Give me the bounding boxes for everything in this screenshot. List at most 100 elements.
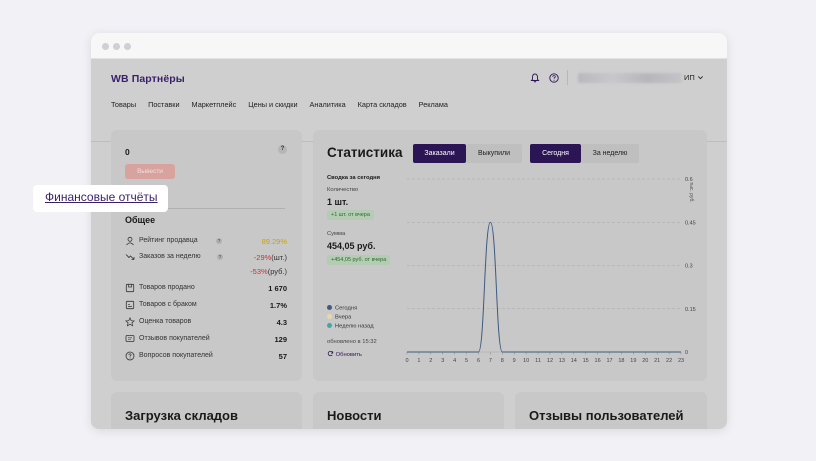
questions-row: Вопросов покупателей 57 — [125, 351, 287, 363]
x-tick-label-9: 9 — [513, 358, 516, 364]
main-nav: Товары Поставки Маркетплейс Цены и скидк… — [111, 100, 460, 109]
defect-label: Товаров с браком — [139, 301, 197, 308]
nav-item-warehouse-map[interactable]: Карта складов — [358, 100, 407, 109]
questions-label: Вопросов покупателей — [139, 352, 213, 359]
x-tick-label-6: 6 — [477, 358, 480, 364]
statistics-chart: 00.150.30.450.6тыс. руб.0 1 2 3 4 5 6 7 8 9 10 11 12… — [405, 177, 696, 364]
rating-goods-value: 4.3 — [276, 318, 287, 327]
help-icon[interactable] — [549, 73, 559, 83]
questions-value: 57 — [278, 352, 287, 361]
sold-value: 1 670 — [268, 284, 287, 293]
bell-icon[interactable] — [530, 73, 540, 83]
user-account-type[interactable]: ИП — [684, 73, 695, 82]
window-dot-minimize[interactable] — [113, 43, 120, 50]
x-tick-label-13: 13 — [559, 358, 565, 364]
sold-label: Товаров продано — [139, 284, 195, 291]
app-logo[interactable]: WB Партнёры — [111, 73, 185, 85]
nav-item-prices[interactable]: Цены и скидки — [248, 100, 297, 109]
browser-window: WB Партнёры Товары Поставки Маркетплейс … — [91, 33, 727, 429]
y-tick-label-0: 0 — [685, 350, 688, 356]
x-tick-label-1: 1 — [417, 358, 420, 364]
reviews-row: Отзывов покупателей 129 — [125, 334, 287, 346]
statistics-card: Статистика Заказали Выкупили Сегодня За … — [313, 130, 707, 381]
x-tick-label-17: 17 — [606, 358, 612, 364]
box-icon — [125, 283, 135, 293]
orders-week-row: Заказов за неделю ? -29%(шт.) — [125, 252, 287, 264]
header-separator — [567, 70, 568, 85]
rating-help-icon[interactable]: ? — [216, 238, 222, 244]
series-line-0 — [407, 221, 681, 353]
window-titlebar — [91, 33, 727, 59]
rating-goods-label: Оценка товаров — [139, 318, 192, 325]
x-tick-label-14: 14 — [571, 358, 577, 364]
orders-change-pcs-value: -29% — [253, 253, 272, 262]
nav-item-goods[interactable]: Товары — [111, 100, 136, 109]
orders-week-label: Заказов за неделю — [139, 253, 201, 260]
financial-reports-highlight[interactable]: Финансовые отчёты — [33, 185, 168, 212]
nav-item-ads[interactable]: Реклама — [419, 100, 448, 109]
defect-row: Товаров с браком 1.7% — [125, 300, 287, 312]
user-reviews-title: Отзывы пользователей — [529, 408, 684, 423]
financial-reports-link[interactable]: Финансовые отчёты — [45, 190, 158, 204]
x-tick-label-23: 23 — [678, 358, 684, 364]
x-tick-label-11: 11 — [535, 358, 541, 364]
balance-help-icon[interactable]: ? — [278, 145, 287, 154]
x-tick-label-3: 3 — [441, 358, 444, 364]
user-account-blurred — [578, 73, 682, 83]
sold-row: Товаров продано 1 670 — [125, 283, 287, 295]
orders-change-pcs: -29%(шт.) — [254, 253, 287, 262]
rating-label: Рейтинг продавца — [139, 237, 198, 244]
x-tick-label-7: 7 — [489, 358, 492, 364]
nav-item-supplies[interactable]: Поставки — [148, 100, 179, 109]
y-tick-label-3: 0.45 — [685, 220, 696, 226]
trend-down-icon — [125, 254, 135, 260]
x-tick-label-15: 15 — [583, 358, 589, 364]
y-tick-label-2: 0.3 — [685, 264, 693, 270]
orders-change-rub: -53%(руб.) — [250, 267, 287, 276]
x-tick-label-2: 2 — [429, 358, 432, 364]
orders-change-pcs-unit: (шт.) — [271, 253, 287, 262]
defect-value: 1.7% — [269, 301, 287, 310]
orders-rub-row: -53%(руб.) — [125, 266, 287, 278]
rating-value: 89.29% — [261, 237, 287, 246]
nav-item-marketplace[interactable]: Маркетплейс — [192, 100, 237, 109]
x-tick-label-20: 20 — [642, 358, 648, 364]
y-axis-label: тыс. руб. — [688, 182, 694, 203]
rating-goods-row: Оценка товаров 4.3 — [125, 317, 287, 329]
reviews-label: Отзывов покупателей — [139, 335, 210, 342]
reviews-value: 129 — [274, 335, 287, 344]
rating-row: Рейтинг продавца ? 89.29% — [125, 236, 287, 248]
x-tick-label-12: 12 — [547, 358, 553, 364]
comment-icon — [125, 335, 135, 342]
warehouse-load-card[interactable]: Загрузка складов — [111, 392, 302, 429]
general-section-title: Общее — [125, 215, 156, 225]
x-tick-label-5: 5 — [465, 358, 468, 364]
orders-help-icon[interactable]: ? — [217, 254, 223, 260]
chevron-down-icon[interactable] — [697, 74, 704, 81]
x-tick-label-21: 21 — [654, 358, 660, 364]
star-icon — [125, 317, 135, 327]
x-tick-label-22: 22 — [666, 358, 672, 364]
nav-item-analytics[interactable]: Аналитика — [310, 100, 346, 109]
x-tick-label-8: 8 — [501, 358, 504, 364]
withdraw-button[interactable]: Вывести — [125, 164, 175, 179]
reviews-card[interactable]: Отзывы пользователей — [515, 392, 707, 429]
x-tick-label-10: 10 — [523, 358, 529, 364]
y-tick-label-1: 0.15 — [685, 307, 696, 313]
defect-box-icon — [125, 300, 135, 310]
news-title: Новости — [327, 408, 382, 423]
window-dot-maximize[interactable] — [124, 43, 131, 50]
x-tick-label-19: 19 — [630, 358, 636, 364]
x-tick-label-4: 4 — [453, 358, 456, 364]
window-dot-close[interactable] — [102, 43, 109, 50]
question-bubble-icon — [125, 351, 135, 361]
x-tick-label-18: 18 — [618, 358, 624, 364]
finance-card: 0 ? Вывести Общее Рейтинг продавца ? 89.… — [111, 130, 302, 381]
warehouse-load-title: Загрузка складов — [125, 408, 238, 423]
person-icon — [126, 236, 134, 246]
x-tick-label-16: 16 — [595, 358, 601, 364]
x-tick-label-0: 0 — [405, 358, 408, 364]
balance-value: 0 — [125, 147, 130, 157]
news-card[interactable]: Новости — [313, 392, 504, 429]
orders-change-rub-unit: (руб.) — [267, 267, 287, 276]
